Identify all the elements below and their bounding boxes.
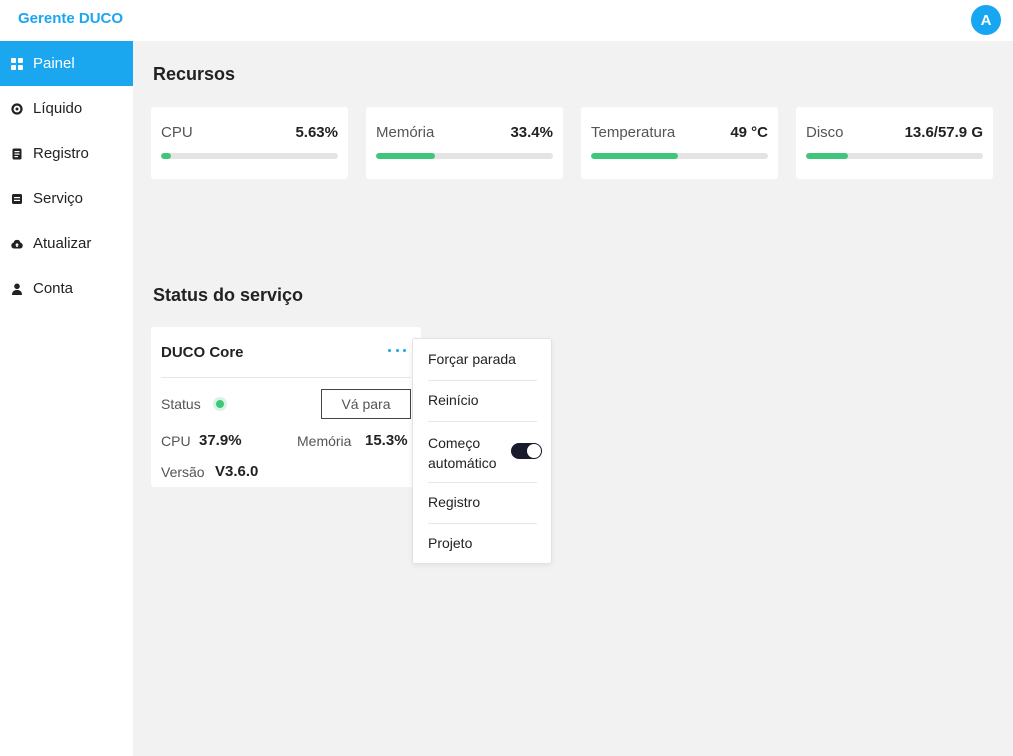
circle-dot-icon xyxy=(11,102,23,115)
status-label: Status xyxy=(161,396,201,412)
goto-button[interactable]: Vá para xyxy=(321,389,411,419)
document-icon xyxy=(11,148,23,160)
sidebar-item-painel[interactable]: Painel xyxy=(0,41,133,86)
sidebar-item-conta[interactable]: Conta xyxy=(0,266,133,311)
sidebar-item-label: Registro xyxy=(33,145,89,162)
resource-progress-bar xyxy=(376,153,553,159)
cloud-upload-icon xyxy=(11,238,23,250)
service-name: DUCO Core xyxy=(161,344,244,361)
status-indicator-icon xyxy=(213,397,227,411)
cpu-label: CPU xyxy=(161,433,191,449)
resource-progress-fill xyxy=(376,153,436,159)
resource-value: 33.4% xyxy=(510,124,553,141)
more-options-icon[interactable] xyxy=(388,342,406,358)
sidebar-item-label: Atualizar xyxy=(33,235,92,252)
resource-label: CPU xyxy=(161,124,193,141)
user-avatar[interactable]: A xyxy=(971,5,1001,35)
resource-progress-fill xyxy=(161,153,171,159)
sidebar-item-label: Conta xyxy=(33,280,74,297)
resource-value: 13.6/57.9 G xyxy=(904,124,983,141)
sidebar: Painel Líquido Registro Serviço Atualiza… xyxy=(0,41,133,756)
toggle-knob xyxy=(527,444,541,458)
resource-progress-bar xyxy=(591,153,768,159)
resource-card-temperature: Temperatura 49 °C xyxy=(581,107,778,179)
service-options-menu: Forçar parada Reinício Começo automático… xyxy=(412,338,552,564)
version-value: V3.6.0 xyxy=(215,463,259,480)
menu-item-autostart[interactable]: Começo automático xyxy=(428,433,508,473)
sidebar-item-atualizar[interactable]: Atualizar xyxy=(0,221,133,266)
resource-progress-bar xyxy=(161,153,338,159)
cpu-value: 37.9% xyxy=(199,432,242,449)
divider xyxy=(161,377,411,378)
menu-divider xyxy=(428,482,537,483)
resource-value: 5.63% xyxy=(295,124,338,141)
resources-title: Recursos xyxy=(153,64,236,84)
services-title: Status do serviço xyxy=(153,285,304,305)
sidebar-item-label: Painel xyxy=(33,55,75,72)
app-brand[interactable]: Gerente DUCO xyxy=(18,10,123,27)
resource-value: 49 °C xyxy=(730,124,768,141)
service-box-icon xyxy=(11,193,23,205)
memory-label: Memória xyxy=(297,433,352,449)
menu-item-project[interactable]: Projeto xyxy=(428,535,537,551)
menu-divider xyxy=(428,523,537,524)
sidebar-item-liquido[interactable]: Líquido xyxy=(0,86,133,131)
menu-divider xyxy=(428,380,537,381)
resource-card-memory: Memória 33.4% xyxy=(366,107,563,179)
sidebar-item-label: Líquido xyxy=(33,100,83,117)
resource-card-disk: Disco 13.6/57.9 G xyxy=(796,107,993,179)
resource-progress-fill xyxy=(806,153,848,159)
resource-label: Disco xyxy=(806,124,844,141)
sidebar-item-servico[interactable]: Serviço xyxy=(0,176,133,221)
menu-item-log[interactable]: Registro xyxy=(428,494,537,510)
memory-value: 15.3% xyxy=(365,432,408,449)
menu-item-force-stop[interactable]: Forçar parada xyxy=(428,351,537,367)
sidebar-item-registro[interactable]: Registro xyxy=(0,131,133,176)
sidebar-item-label: Serviço xyxy=(33,190,84,207)
resource-progress-fill xyxy=(591,153,678,159)
resource-label: Memória xyxy=(376,124,435,141)
grid-icon xyxy=(11,57,23,70)
autostart-toggle[interactable] xyxy=(511,443,542,459)
resource-progress-bar xyxy=(806,153,983,159)
version-label: Versão xyxy=(161,464,205,480)
resource-label: Temperatura xyxy=(591,124,676,141)
user-icon xyxy=(11,283,23,295)
menu-divider xyxy=(428,421,537,422)
resource-card-cpu: CPU 5.63% xyxy=(151,107,348,179)
menu-item-restart[interactable]: Reinício xyxy=(428,392,537,408)
service-card: DUCO Core Status Vá para CPU 37.9% Memór… xyxy=(151,327,421,487)
top-bar: Gerente DUCO A xyxy=(0,0,1013,41)
